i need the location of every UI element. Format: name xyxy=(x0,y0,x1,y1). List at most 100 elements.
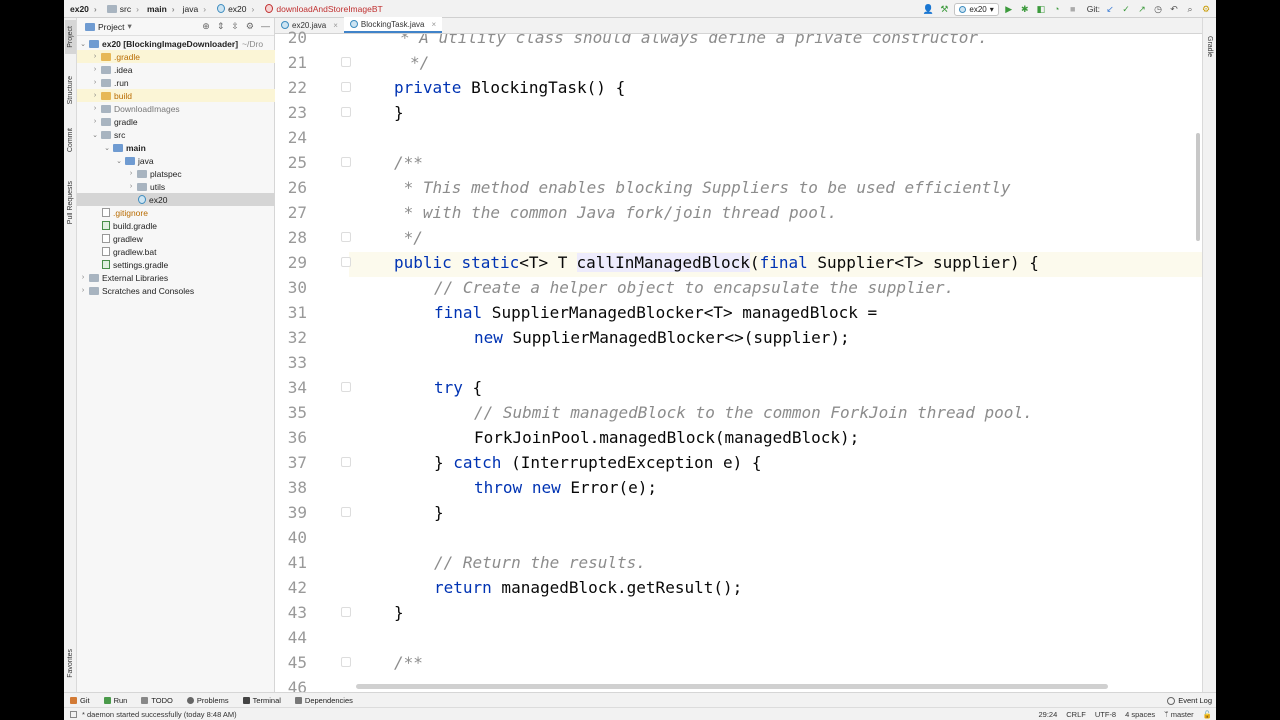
tool-run[interactable]: Run xyxy=(103,696,127,705)
expanded-arrow-icon[interactable]: ⌄ xyxy=(79,40,87,48)
profile-icon[interactable]: ◔ xyxy=(1051,3,1063,15)
tree-item-gradlew[interactable]: gradlew xyxy=(77,232,275,245)
file-encoding[interactable]: UTF-8 xyxy=(1095,710,1116,719)
tree-item-downloadimages[interactable]: › DownloadImages xyxy=(77,102,275,115)
source-folder-icon xyxy=(113,143,123,152)
vertical-scrollbar[interactable] xyxy=(1196,133,1200,241)
tree-item-gradle[interactable]: › gradle xyxy=(77,115,275,128)
tree-item-settings-gradle[interactable]: settings.gradle xyxy=(77,258,275,271)
tree-item-utils[interactable]: › utils xyxy=(77,180,275,193)
breadcrumb-class[interactable]: ex20 › xyxy=(208,4,256,14)
code-line-23: } xyxy=(394,103,404,122)
tree-item-gitignore[interactable]: .gitignore xyxy=(77,206,275,219)
breadcrumb-java[interactable]: java › xyxy=(177,4,208,14)
stop-icon[interactable]: ■ xyxy=(1067,3,1079,15)
collapsed-arrow-icon[interactable]: › xyxy=(127,170,135,177)
tool-terminal[interactable]: Terminal xyxy=(242,696,281,705)
collapsed-arrow-icon[interactable]: › xyxy=(91,92,99,99)
expand-icon[interactable]: ⇳ xyxy=(231,21,239,32)
collapsed-arrow-icon[interactable]: › xyxy=(91,105,99,112)
library-icon xyxy=(89,273,99,282)
line-number: 39 xyxy=(287,503,307,522)
run-config-select[interactable]: ex20 ▾ xyxy=(954,2,999,16)
breadcrumb-src[interactable]: src › xyxy=(99,4,141,14)
hammer-icon[interactable]: ⚒ xyxy=(938,3,950,15)
tab-favorites[interactable]: Favorites xyxy=(65,642,76,684)
settings-icon[interactable]: ⚙ xyxy=(1200,3,1212,15)
code-area[interactable]: * A utility class should always define a… xyxy=(349,34,1202,692)
tab-gradle[interactable]: Gradle xyxy=(1204,32,1215,62)
code-line-37: } catch (InterruptedException e) { xyxy=(434,450,762,475)
user-icon[interactable]: 👤 xyxy=(922,3,934,15)
tree-item-ex20-root[interactable]: ⌄ ex20 [BlockingImageDownloader] ~/Dro xyxy=(77,37,275,50)
project-panel-title[interactable]: Project xyxy=(98,22,124,32)
tree-item-java[interactable]: ⌄ java xyxy=(77,154,275,167)
run-icon[interactable]: ▶ xyxy=(1003,3,1015,15)
close-icon[interactable]: × xyxy=(333,21,338,30)
tool-problems[interactable]: Problems xyxy=(186,696,229,705)
event-log-label: Event Log xyxy=(1178,696,1212,705)
coverage-icon[interactable]: ◧ xyxy=(1035,3,1047,15)
breadcrumb-method[interactable]: downloadAndStoreImageBT xyxy=(256,4,384,14)
collapsed-arrow-icon[interactable]: › xyxy=(79,274,87,281)
tab-blockingtask-java[interactable]: BlockingTask.java × xyxy=(343,17,443,33)
tool-label: Git xyxy=(80,695,90,705)
code-line-22: private BlockingTask() { xyxy=(394,75,625,100)
chevron-down-icon: ▾ xyxy=(989,4,994,14)
git-push-icon[interactable]: ↗ xyxy=(1136,3,1148,15)
git-branch[interactable]: ᛘ master xyxy=(1164,710,1194,719)
tool-todo[interactable]: TODO xyxy=(141,696,173,705)
locate-icon[interactable]: ⊕ xyxy=(202,21,210,32)
tab-structure[interactable]: Structure xyxy=(65,68,76,112)
tab-commit[interactable]: Commit xyxy=(65,122,76,158)
tab-pull-requests[interactable]: Pull Requests xyxy=(65,172,76,234)
collapsed-arrow-icon[interactable]: › xyxy=(91,53,99,60)
expanded-arrow-icon[interactable]: ⌄ xyxy=(103,144,111,152)
horizontal-scrollbar[interactable] xyxy=(356,684,1108,689)
debug-icon[interactable]: ✱ xyxy=(1019,3,1031,15)
tree-item-gradle-dir[interactable]: › .gradle xyxy=(77,50,275,63)
caret-position[interactable]: 29:24 xyxy=(1038,710,1057,719)
tree-item-scratches[interactable]: › Scratches and Consoles xyxy=(77,284,275,297)
tool-dependencies[interactable]: Dependencies xyxy=(294,696,353,705)
gear-icon[interactable]: ⚙ xyxy=(246,21,254,32)
line-separator[interactable]: CRLF xyxy=(1066,710,1086,719)
tree-item-build-gradle[interactable]: build.gradle xyxy=(77,219,275,232)
git-update-icon[interactable]: ↙ xyxy=(1104,3,1116,15)
lock-icon[interactable]: 🔓 xyxy=(1203,710,1212,719)
breadcrumb-project[interactable]: ex20 › xyxy=(64,4,99,14)
tree-item-src[interactable]: ⌄ src xyxy=(77,128,275,141)
tree-item-gradlew-bat[interactable]: gradlew.bat xyxy=(77,245,275,258)
collapsed-arrow-icon[interactable]: › xyxy=(91,118,99,125)
tool-git[interactable]: Git xyxy=(70,696,90,705)
tree-item-build[interactable]: › build xyxy=(77,89,275,102)
expanded-arrow-icon[interactable]: ⌄ xyxy=(91,131,99,139)
run-icon xyxy=(103,696,111,704)
tree-item-run[interactable]: › .run xyxy=(77,76,275,89)
indent-setting[interactable]: 4 spaces xyxy=(1125,710,1155,719)
collapsed-arrow-icon[interactable]: › xyxy=(91,66,99,73)
tree-item-main[interactable]: ⌄ main xyxy=(77,141,275,154)
rollback-icon[interactable]: ↶ xyxy=(1168,3,1180,15)
collapsed-arrow-icon[interactable]: › xyxy=(79,287,87,294)
history-icon[interactable]: ◷ xyxy=(1152,3,1164,15)
collapse-all-icon[interactable]: ⇕ xyxy=(217,21,225,32)
tree-item-idea[interactable]: › .idea xyxy=(77,63,275,76)
expanded-arrow-icon[interactable]: ⌄ xyxy=(115,157,123,165)
hide-icon[interactable]: — xyxy=(261,21,270,32)
close-icon[interactable]: × xyxy=(432,20,437,29)
tree-item-ex20-class[interactable]: ex20 xyxy=(77,193,275,206)
collapsed-arrow-icon[interactable]: › xyxy=(91,79,99,86)
chevron-down-icon[interactable]: ▾ xyxy=(127,21,131,32)
tab-project[interactable]: Project xyxy=(65,20,76,54)
tree-item-external-libraries[interactable]: › External Libraries xyxy=(77,271,275,284)
collapsed-arrow-icon[interactable]: › xyxy=(127,183,135,190)
search-icon[interactable]: ⌕ xyxy=(1184,3,1196,15)
folder-icon xyxy=(101,130,111,139)
event-log-button[interactable]: Event Log xyxy=(1167,693,1212,708)
run-config-icon xyxy=(959,5,967,13)
breadcrumb-main[interactable]: main › xyxy=(141,4,177,14)
tree-item-platspec[interactable]: › platspec xyxy=(77,167,275,180)
status-panel-icon[interactable] xyxy=(70,710,77,718)
git-commit-icon[interactable]: ✓ xyxy=(1120,3,1132,15)
